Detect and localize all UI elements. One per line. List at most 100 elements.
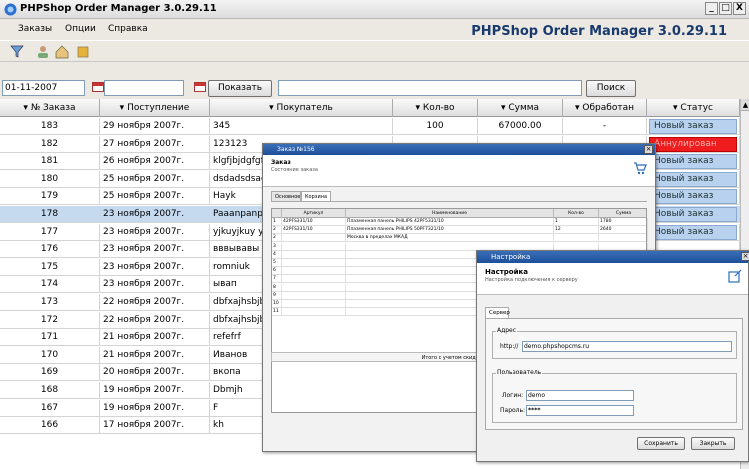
cell-status: Новый заказ <box>647 170 740 188</box>
order-dialog-heading: Заказ <box>271 159 291 166</box>
minimize-button[interactable]: _ <box>705 2 718 15</box>
cell-num: 183 <box>0 118 100 135</box>
cell-date: 26 ноября 2007г. <box>100 153 210 171</box>
cart-cell-n: 2 <box>272 226 282 235</box>
col-sum[interactable]: ▾ Сумма <box>478 99 563 117</box>
cell-date: 27 ноября 2007г. <box>100 135 210 153</box>
cart-cell-art: 42PFS331/10 <box>282 218 346 226</box>
order-dialog-title: Заказ №156 <box>263 144 655 155</box>
col-buyer[interactable]: ▾ Покупатель <box>210 99 393 117</box>
cart-cell-art <box>282 308 346 317</box>
cart-col-qty: Кол-во <box>554 209 599 218</box>
search-button[interactable]: Поиск <box>586 80 636 97</box>
cart-row[interactable]: 2 Москва в пределах МКАД <box>272 234 648 243</box>
address-label: Адрес <box>496 327 518 334</box>
menu-options[interactable]: Опции <box>65 24 96 34</box>
col-qty[interactable]: ▾ Кол-во <box>393 99 478 117</box>
cell-date: 19 ноября 2007г. <box>100 399 210 417</box>
calendar-from-icon[interactable] <box>92 82 104 92</box>
settings-dialog-header: Настройка Настройка подключения к сервер… <box>477 263 748 295</box>
cell-num: 170 <box>0 346 100 364</box>
cell-date: 22 ноября 2007г. <box>100 294 210 311</box>
cart-cell-n: 2 <box>272 234 282 243</box>
date-from-input[interactable]: 01-11-2007 <box>2 80 85 96</box>
login-input[interactable]: demo <box>526 390 634 401</box>
tab-main[interactable]: Основное <box>271 191 301 201</box>
cart-cell-art <box>282 234 346 243</box>
url-prefix: http:// <box>500 343 519 350</box>
cart-cell-art: 42PFS331/10 <box>282 226 346 235</box>
cart-cell-n: 7 <box>272 275 282 284</box>
cart-cell-art <box>282 242 346 251</box>
tab-cart[interactable]: Корзина <box>301 191 331 201</box>
cell-date: 21 ноября 2007г. <box>100 346 210 364</box>
cart-cell-sum <box>599 234 648 243</box>
user-icon[interactable] <box>35 44 51 59</box>
cell-date: 22 ноября 2007г. <box>100 311 210 329</box>
settings-dialog-title: Настройка <box>477 251 748 263</box>
brand-label: PHPShop Order Manager 3.0.29.11 <box>471 24 727 39</box>
cart-col-sum: Сумма <box>615 211 632 216</box>
date-to-input[interactable] <box>104 80 184 96</box>
cart-row[interactable]: 1 42PFS331/10 Плазменная панель PHILIPS 42… <box>272 218 648 226</box>
cart-cell-n: 3 <box>272 242 282 251</box>
close-settings-button[interactable]: Закрыть <box>691 437 735 450</box>
status-badge: Новый заказ <box>649 224 737 240</box>
cart-cell-qty: 12 <box>554 226 599 235</box>
cart-cell-art <box>282 283 346 292</box>
col-status[interactable]: ▾ Статус <box>647 99 740 117</box>
cell-num: 181 <box>0 153 100 171</box>
cart-cell-art <box>282 300 346 308</box>
col-order-number[interactable]: ▾ № Заказа <box>0 99 100 117</box>
cart-cell-art <box>282 267 346 276</box>
cell-date: 23 ноября 2007г. <box>100 258 210 276</box>
cell-num: 173 <box>0 294 100 311</box>
status-badge: Новый заказ <box>649 154 737 170</box>
close-button[interactable]: X <box>733 2 746 15</box>
cart-row[interactable]: 2 42PFS331/10 Плазменная панель PHILIPS 50… <box>272 226 648 235</box>
cell-status: Новый заказ <box>647 118 740 135</box>
cell-num: 172 <box>0 311 100 329</box>
url-input[interactable]: demo.phpshopcms.ru <box>522 341 732 352</box>
login-label: Логин: <box>502 392 524 399</box>
cart-table-header: Артикул Наименование Кол-во Сумма <box>272 209 646 218</box>
settings-dialog-close-icon[interactable]: × <box>741 252 749 261</box>
maximize-button[interactable]: □ <box>719 2 732 15</box>
cell-status: Новый заказ <box>647 153 740 171</box>
cell-num: 169 <box>0 364 100 382</box>
cell-date: 25 ноября 2007г. <box>100 188 210 206</box>
table-row[interactable]: 183 29 ноября 2007г. 345 100 67000.00- Новый … <box>0 118 740 135</box>
cell-num: 168 <box>0 382 100 399</box>
status-badge: Аннулирован <box>649 136 737 152</box>
cell-num: 175 <box>0 258 100 276</box>
box-icon[interactable] <box>75 44 91 59</box>
cell-num: 177 <box>0 223 100 241</box>
app-icon <box>4 3 17 16</box>
col-received[interactable]: ▾ Поступление <box>100 99 210 117</box>
calendar-to-icon[interactable] <box>194 82 206 92</box>
main-window: PHPShop Order Manager 3.0.29.11 _ □ X За… <box>0 0 749 469</box>
cart-cell-n: 9 <box>272 291 282 300</box>
password-input[interactable]: **** <box>526 405 634 416</box>
cart-cell-n: 4 <box>272 250 282 259</box>
cart-cell-n: 5 <box>272 259 282 267</box>
status-badge: Новый заказ <box>649 119 737 134</box>
menu-help[interactable]: Справка <box>108 24 148 34</box>
tab-server[interactable]: Сервер <box>485 307 510 318</box>
home-icon[interactable] <box>54 44 70 59</box>
funnel-icon[interactable] <box>9 44 25 59</box>
save-button[interactable]: Сохранить <box>637 437 685 450</box>
cell-status: Новый заказ <box>647 188 740 206</box>
show-button[interactable]: Показать <box>208 80 272 97</box>
status-badge: Новый заказ <box>649 207 737 222</box>
scroll-up-icon[interactable]: ▲ <box>741 99 749 111</box>
cell-date: 23 ноября 2007г. <box>100 276 210 294</box>
col-processed[interactable]: ▾ Обработан <box>563 99 647 117</box>
cart-icon <box>634 162 647 175</box>
menu-orders[interactable]: Заказы <box>18 24 52 34</box>
status-badge: Новый заказ <box>649 171 737 187</box>
cell-proc: - <box>563 118 647 135</box>
title-bar: PHPShop Order Manager 3.0.29.11 _ □ X <box>0 0 749 19</box>
search-input[interactable] <box>278 80 582 96</box>
order-dialog-close-button[interactable]: × <box>644 145 653 154</box>
